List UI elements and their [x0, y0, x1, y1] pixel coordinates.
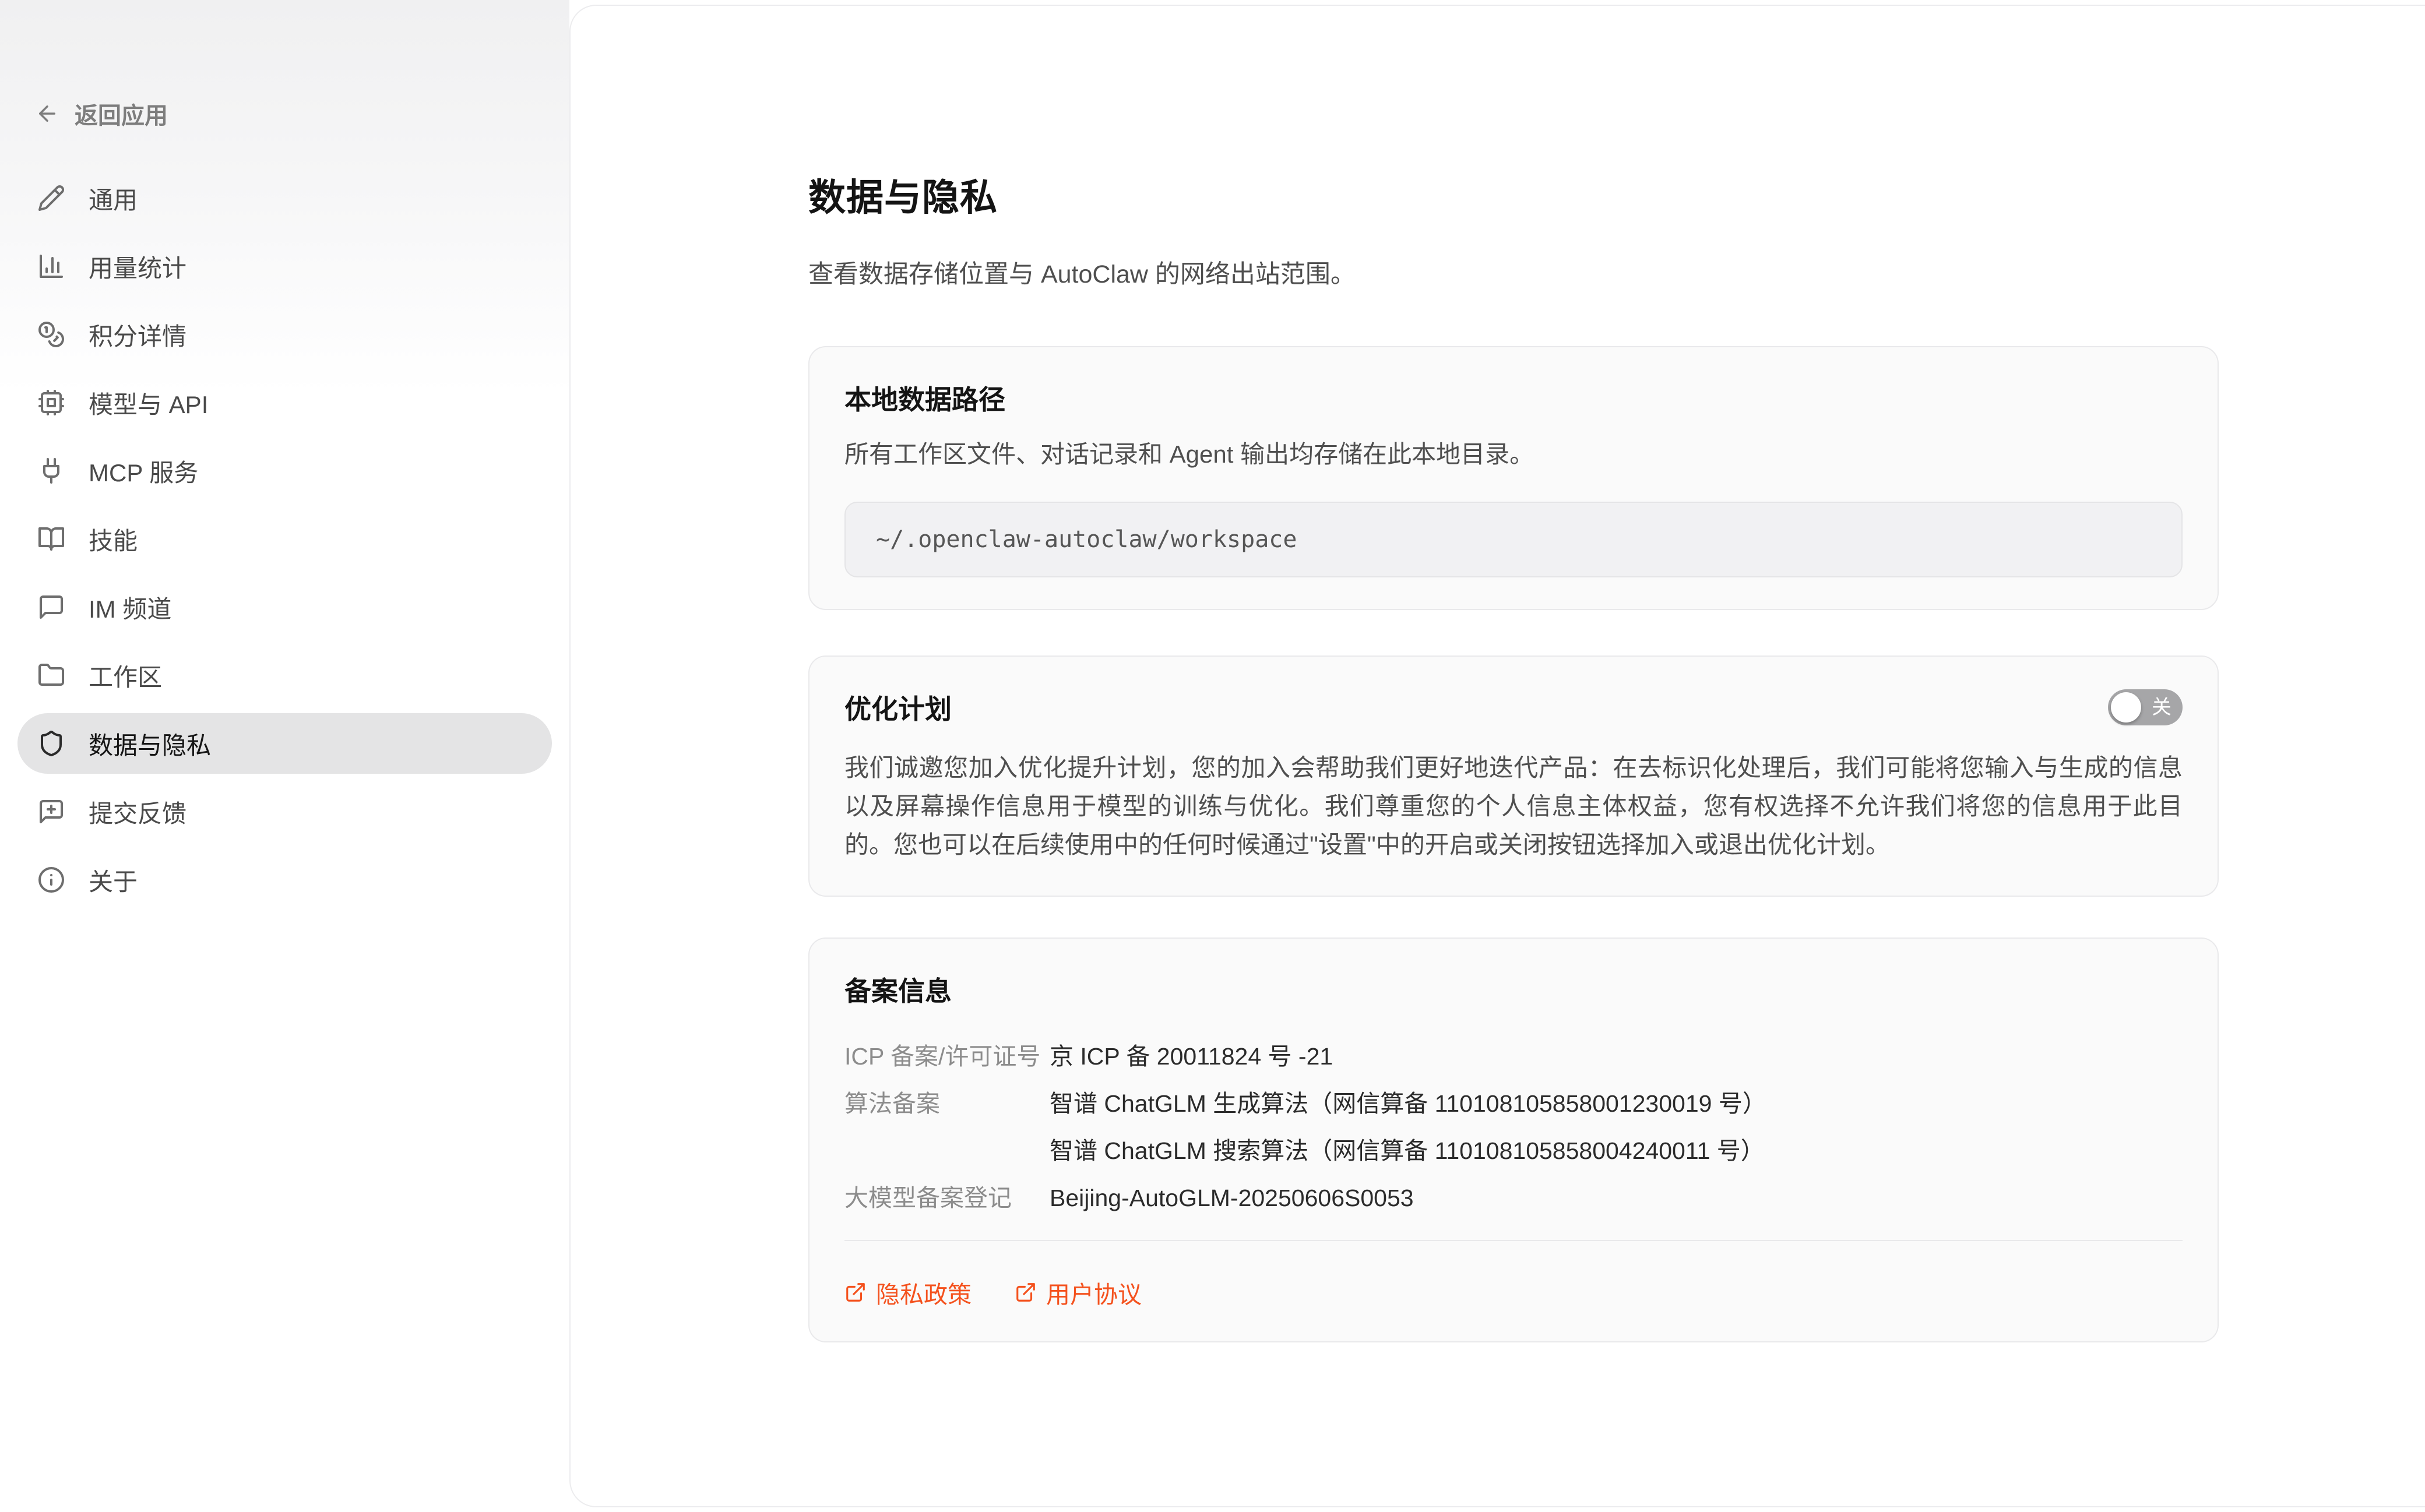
external-link-icon: [1015, 1281, 1037, 1303]
filing-row-value: 京 ICP 备 20011824 号 -21: [1050, 1042, 1333, 1071]
filing-row-algorithm-2: 智谱 ChatGLM 搜索算法（网信算备 1101081058580042400…: [844, 1137, 2183, 1165]
sidebar-item-skills[interactable]: 技能: [17, 509, 552, 569]
local-data-path-card: 本地数据路径 所有工作区文件、对话记录和 Agent 输出均存储在此本地目录。 …: [808, 346, 2219, 610]
legal-links: 隐私政策 用户协议: [844, 1275, 2183, 1310]
sidebar-item-mcp-services[interactable]: MCP 服务: [17, 440, 552, 501]
toggle-state-label: 关: [2152, 697, 2171, 717]
back-label: 返回应用: [75, 97, 168, 131]
sidebar-item-general[interactable]: 通用: [17, 168, 552, 228]
main-panel: 数据与隐私 查看数据存储位置与 AutoClaw 的网络出站范围。 本地数据路径…: [569, 5, 2425, 1507]
filing-row-label: ICP 备案/许可证号: [844, 1042, 1050, 1071]
page-title: 数据与隐私: [808, 168, 2219, 221]
sidebar-item-label: 提交反馈: [89, 794, 186, 830]
sidebar-item-data-privacy[interactable]: 数据与隐私: [17, 713, 552, 774]
cpu-icon: [37, 389, 65, 417]
optimization-plan-title: 优化计划: [844, 688, 952, 727]
sidebar-item-label: 模型与 API: [89, 385, 208, 421]
message-square-icon: [37, 593, 65, 621]
filing-row-value: 智谱 ChatGLM 生成算法（网信算备 1101081058580012300…: [1050, 1090, 1766, 1118]
filing-rows: ICP 备案/许可证号 京 ICP 备 20011824 号 -21 算法备案 …: [844, 1042, 2183, 1213]
sidebar-item-im-channels[interactable]: IM 频道: [17, 577, 552, 637]
sidebar-item-label: 用量统计: [89, 249, 186, 284]
coins-icon: [37, 320, 65, 348]
local-data-path-description: 所有工作区文件、对话记录和 Agent 输出均存储在此本地目录。: [844, 436, 2183, 473]
back-to-app-button[interactable]: 返回应用: [35, 97, 168, 131]
folder-icon: [37, 661, 65, 689]
sidebar-item-label: 技能: [89, 521, 138, 557]
filing-row-icp: ICP 备案/许可证号 京 ICP 备 20011824 号 -21: [844, 1042, 2183, 1071]
pen-icon: [37, 184, 65, 212]
user-agreement-label: 用户协议: [1046, 1275, 1142, 1310]
user-agreement-link[interactable]: 用户协议: [1015, 1275, 1142, 1310]
sidebar: 返回应用 通用 用量统计 积分详情 模型与 API MCP 服务: [0, 0, 569, 1512]
sidebar-item-label: IM 频道: [89, 590, 171, 625]
settings-window: 返回应用 通用 用量统计 积分详情 模型与 API MCP 服务: [0, 0, 2425, 1512]
divider: [844, 1240, 2183, 1241]
filing-row-large-model: 大模型备案登记 Beijing-AutoGLM-20250606S0053: [844, 1184, 2183, 1213]
filing-info-card: 备案信息 ICP 备案/许可证号 京 ICP 备 20011824 号 -21 …: [808, 937, 2219, 1342]
sidebar-item-label: 数据与隐私: [89, 726, 211, 762]
sidebar-item-label: MCP 服务: [89, 453, 198, 489]
privacy-policy-label: 隐私政策: [876, 1275, 972, 1310]
optimization-plan-toggle[interactable]: 关: [2108, 689, 2183, 725]
privacy-policy-link[interactable]: 隐私政策: [844, 1275, 972, 1310]
sidebar-item-feedback[interactable]: 提交反馈: [17, 781, 552, 842]
optimization-plan-description: 我们诚邀您加入优化提升计划，您的加入会帮助我们更好地迭代产品：在去标识化处理后，…: [844, 749, 2183, 864]
local-data-path-title: 本地数据路径: [844, 379, 2183, 417]
toggle-knob: [2111, 692, 2141, 722]
filing-row-value: Beijing-AutoGLM-20250606S0053: [1050, 1184, 1414, 1213]
sidebar-item-label: 工作区: [89, 658, 162, 693]
message-square-plus-icon: [37, 798, 65, 826]
filing-row-algorithm-1: 算法备案 智谱 ChatGLM 生成算法（网信算备 11010810585800…: [844, 1090, 2183, 1118]
optimization-plan-card: 优化计划 关 我们诚邀您加入优化提升计划，您的加入会帮助我们更好地迭代产品：在去…: [808, 655, 2219, 897]
page-subtitle: 查看数据存储位置与 AutoClaw 的网络出站范围。: [808, 254, 2219, 290]
shield-icon: [37, 729, 65, 757]
sidebar-item-label: 关于: [89, 862, 138, 898]
filing-row-value: 智谱 ChatGLM 搜索算法（网信算备 1101081058580042400…: [1050, 1137, 1765, 1165]
plug-icon: [37, 457, 65, 485]
bar-chart-icon: [37, 252, 65, 280]
filing-row-label: 大模型备案登记: [844, 1184, 1050, 1213]
sidebar-nav: 通用 用量统计 积分详情 模型与 API MCP 服务 技能: [0, 168, 569, 910]
sidebar-item-about[interactable]: 关于: [17, 850, 552, 910]
sidebar-item-credits[interactable]: 积分详情: [17, 304, 552, 365]
sidebar-item-label: 通用: [89, 181, 138, 216]
arrow-left-icon: [35, 101, 59, 126]
sidebar-item-usage-stats[interactable]: 用量统计: [17, 236, 552, 297]
external-link-icon: [844, 1281, 867, 1303]
sidebar-item-models-api[interactable]: 模型与 API: [17, 372, 552, 433]
book-open-icon: [37, 525, 65, 553]
filing-row-label: 算法备案: [844, 1090, 1050, 1118]
sidebar-item-label: 积分详情: [89, 317, 186, 353]
local-data-path-value: ~/.openclaw-autoclaw/workspace: [876, 526, 1297, 553]
sidebar-item-workspace[interactable]: 工作区: [17, 645, 552, 706]
filing-info-title: 备案信息: [844, 970, 2183, 1009]
local-data-path-field: ~/.openclaw-autoclaw/workspace: [844, 502, 2183, 577]
info-icon: [37, 866, 65, 894]
